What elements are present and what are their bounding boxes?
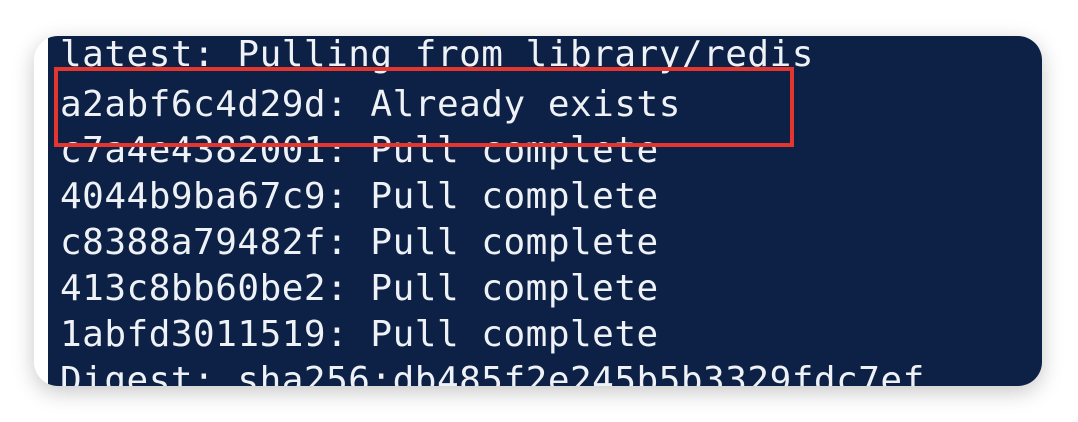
terminal-line-layer: 4044b9ba67c9: Pull complete <box>60 176 659 217</box>
terminal-line-layer: 413c8bb60be2: Pull complete <box>60 268 659 309</box>
terminal-line-digest: Digest: sha256:db485f2e245b5b3329fdc7ef <box>60 360 925 386</box>
terminal-line-layer: c8388a79482f: Pull complete <box>60 222 659 263</box>
screenshot-card: latest: Pulling from library/redis a2abf… <box>34 36 1042 386</box>
terminal-line-layer: 1abfd3011519: Pull complete <box>60 314 659 355</box>
highlight-annotation-box <box>54 67 794 147</box>
